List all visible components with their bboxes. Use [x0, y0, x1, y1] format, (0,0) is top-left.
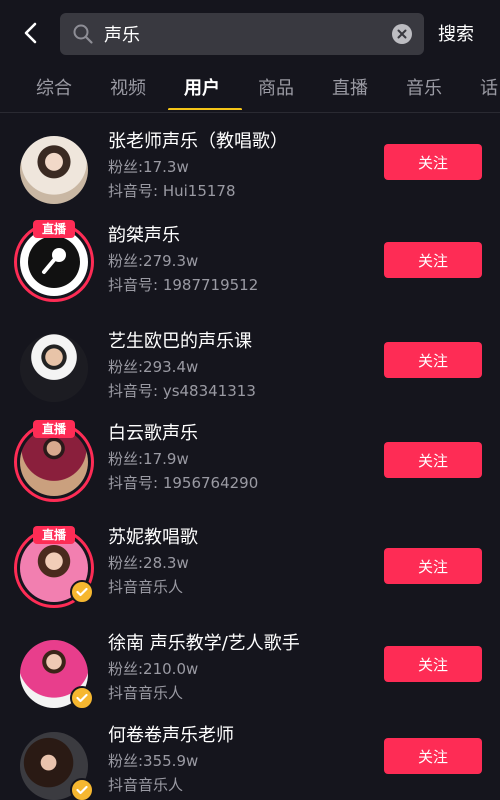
user-subtitle: 抖音音乐人: [108, 776, 184, 794]
verified-badge: [70, 580, 94, 604]
follow-button[interactable]: 关注: [384, 442, 482, 478]
follow-button[interactable]: 关注: [384, 646, 482, 682]
avatar[interactable]: [14, 634, 94, 714]
live-badge: 直播: [33, 420, 75, 438]
user-row[interactable]: 艺生欧巴的声乐课 粉丝:293.4w 抖音号: ys48341313 关注: [0, 324, 500, 420]
user-row[interactable]: 徐南 声乐教学/艺人歌手 粉丝:210.0w 抖音音乐人 关注: [0, 630, 500, 726]
checkmark-icon: [76, 693, 88, 703]
avatar[interactable]: [14, 726, 94, 800]
avatar[interactable]: [14, 328, 94, 408]
follow-button[interactable]: 关注: [384, 342, 482, 378]
search-result-tabs: 综合 视频 用户 商品 直播 音乐 话: [0, 68, 500, 110]
clear-search-button[interactable]: [392, 24, 412, 44]
tab-products[interactable]: 商品: [258, 74, 294, 100]
fan-count: 粉丝:279.3w: [108, 252, 199, 270]
fan-count: 粉丝:210.0w: [108, 660, 199, 678]
user-name: 苏妮教唱歌: [108, 527, 198, 548]
fan-count: 粉丝:28.3w: [108, 554, 189, 572]
fan-count: 粉丝:355.9w: [108, 752, 199, 770]
user-subtitle: 抖音音乐人: [108, 578, 184, 596]
chevron-left-icon: [24, 22, 37, 44]
tab-videos[interactable]: 视频: [110, 74, 146, 100]
tab-topics[interactable]: 话: [480, 74, 498, 100]
user-name: 白云歌声乐: [108, 423, 198, 444]
follow-button[interactable]: 关注: [384, 738, 482, 774]
verified-badge: [70, 686, 94, 710]
avatar[interactable]: [14, 130, 94, 210]
user-name: 张老师声乐（教唱歌）: [108, 131, 288, 152]
follow-button[interactable]: 关注: [384, 144, 482, 180]
tab-live[interactable]: 直播: [332, 74, 368, 100]
avatar[interactable]: 直播: [14, 526, 94, 608]
avatar[interactable]: 直播: [14, 420, 94, 502]
user-row[interactable]: 何卷卷声乐老师 粉丝:355.9w 抖音音乐人 关注: [0, 724, 500, 800]
fan-count: 粉丝:17.9w: [108, 450, 189, 468]
fan-count: 粉丝:17.3w: [108, 158, 189, 176]
live-badge: 直播: [33, 526, 75, 544]
search-input[interactable]: [104, 19, 384, 49]
user-subtitle: 抖音音乐人: [108, 684, 184, 702]
tab-users[interactable]: 用户: [184, 74, 220, 100]
divider: [0, 112, 500, 113]
user-id: 抖音号: Hui15178: [108, 182, 236, 200]
search-box[interactable]: [60, 13, 424, 55]
user-id: 抖音号: ys48341313: [108, 382, 256, 400]
search-icon: [73, 24, 93, 44]
user-name: 韵桀声乐: [108, 225, 180, 246]
close-icon: [397, 29, 407, 39]
user-row[interactable]: 直播 韵桀声乐 粉丝:279.3w 抖音号: 1987719512 关注: [0, 220, 500, 318]
follow-button[interactable]: 关注: [384, 242, 482, 278]
checkmark-icon: [76, 587, 88, 597]
user-row[interactable]: 张老师声乐（教唱歌） 粉丝:17.3w 抖音号: Hui15178 关注: [0, 122, 500, 218]
tab-music[interactable]: 音乐: [406, 74, 442, 100]
user-name: 艺生欧巴的声乐课: [108, 331, 252, 352]
top-bar: 搜索: [0, 0, 500, 64]
tab-comprehensive[interactable]: 综合: [36, 74, 72, 100]
avatar[interactable]: 直播: [14, 220, 94, 302]
fan-count: 粉丝:293.4w: [108, 358, 199, 376]
checkmark-icon: [76, 785, 88, 795]
user-name: 何卷卷声乐老师: [108, 725, 234, 746]
user-id: 抖音号: 1987719512: [108, 276, 259, 294]
verified-badge: [70, 778, 94, 800]
active-tab-indicator: [168, 108, 242, 110]
follow-button[interactable]: 关注: [384, 548, 482, 584]
user-name: 徐南 声乐教学/艺人歌手: [108, 633, 300, 654]
back-button[interactable]: [18, 20, 44, 46]
user-row[interactable]: 直播 苏妮教唱歌 粉丝:28.3w 抖音音乐人 关注: [0, 526, 500, 622]
user-id: 抖音号: 1956764290: [108, 474, 259, 492]
user-row[interactable]: 直播 白云歌声乐 粉丝:17.9w 抖音号: 1956764290 关注: [0, 420, 500, 516]
search-button[interactable]: 搜索: [438, 20, 474, 46]
live-badge: 直播: [33, 220, 75, 238]
microphone-icon: [42, 248, 66, 274]
